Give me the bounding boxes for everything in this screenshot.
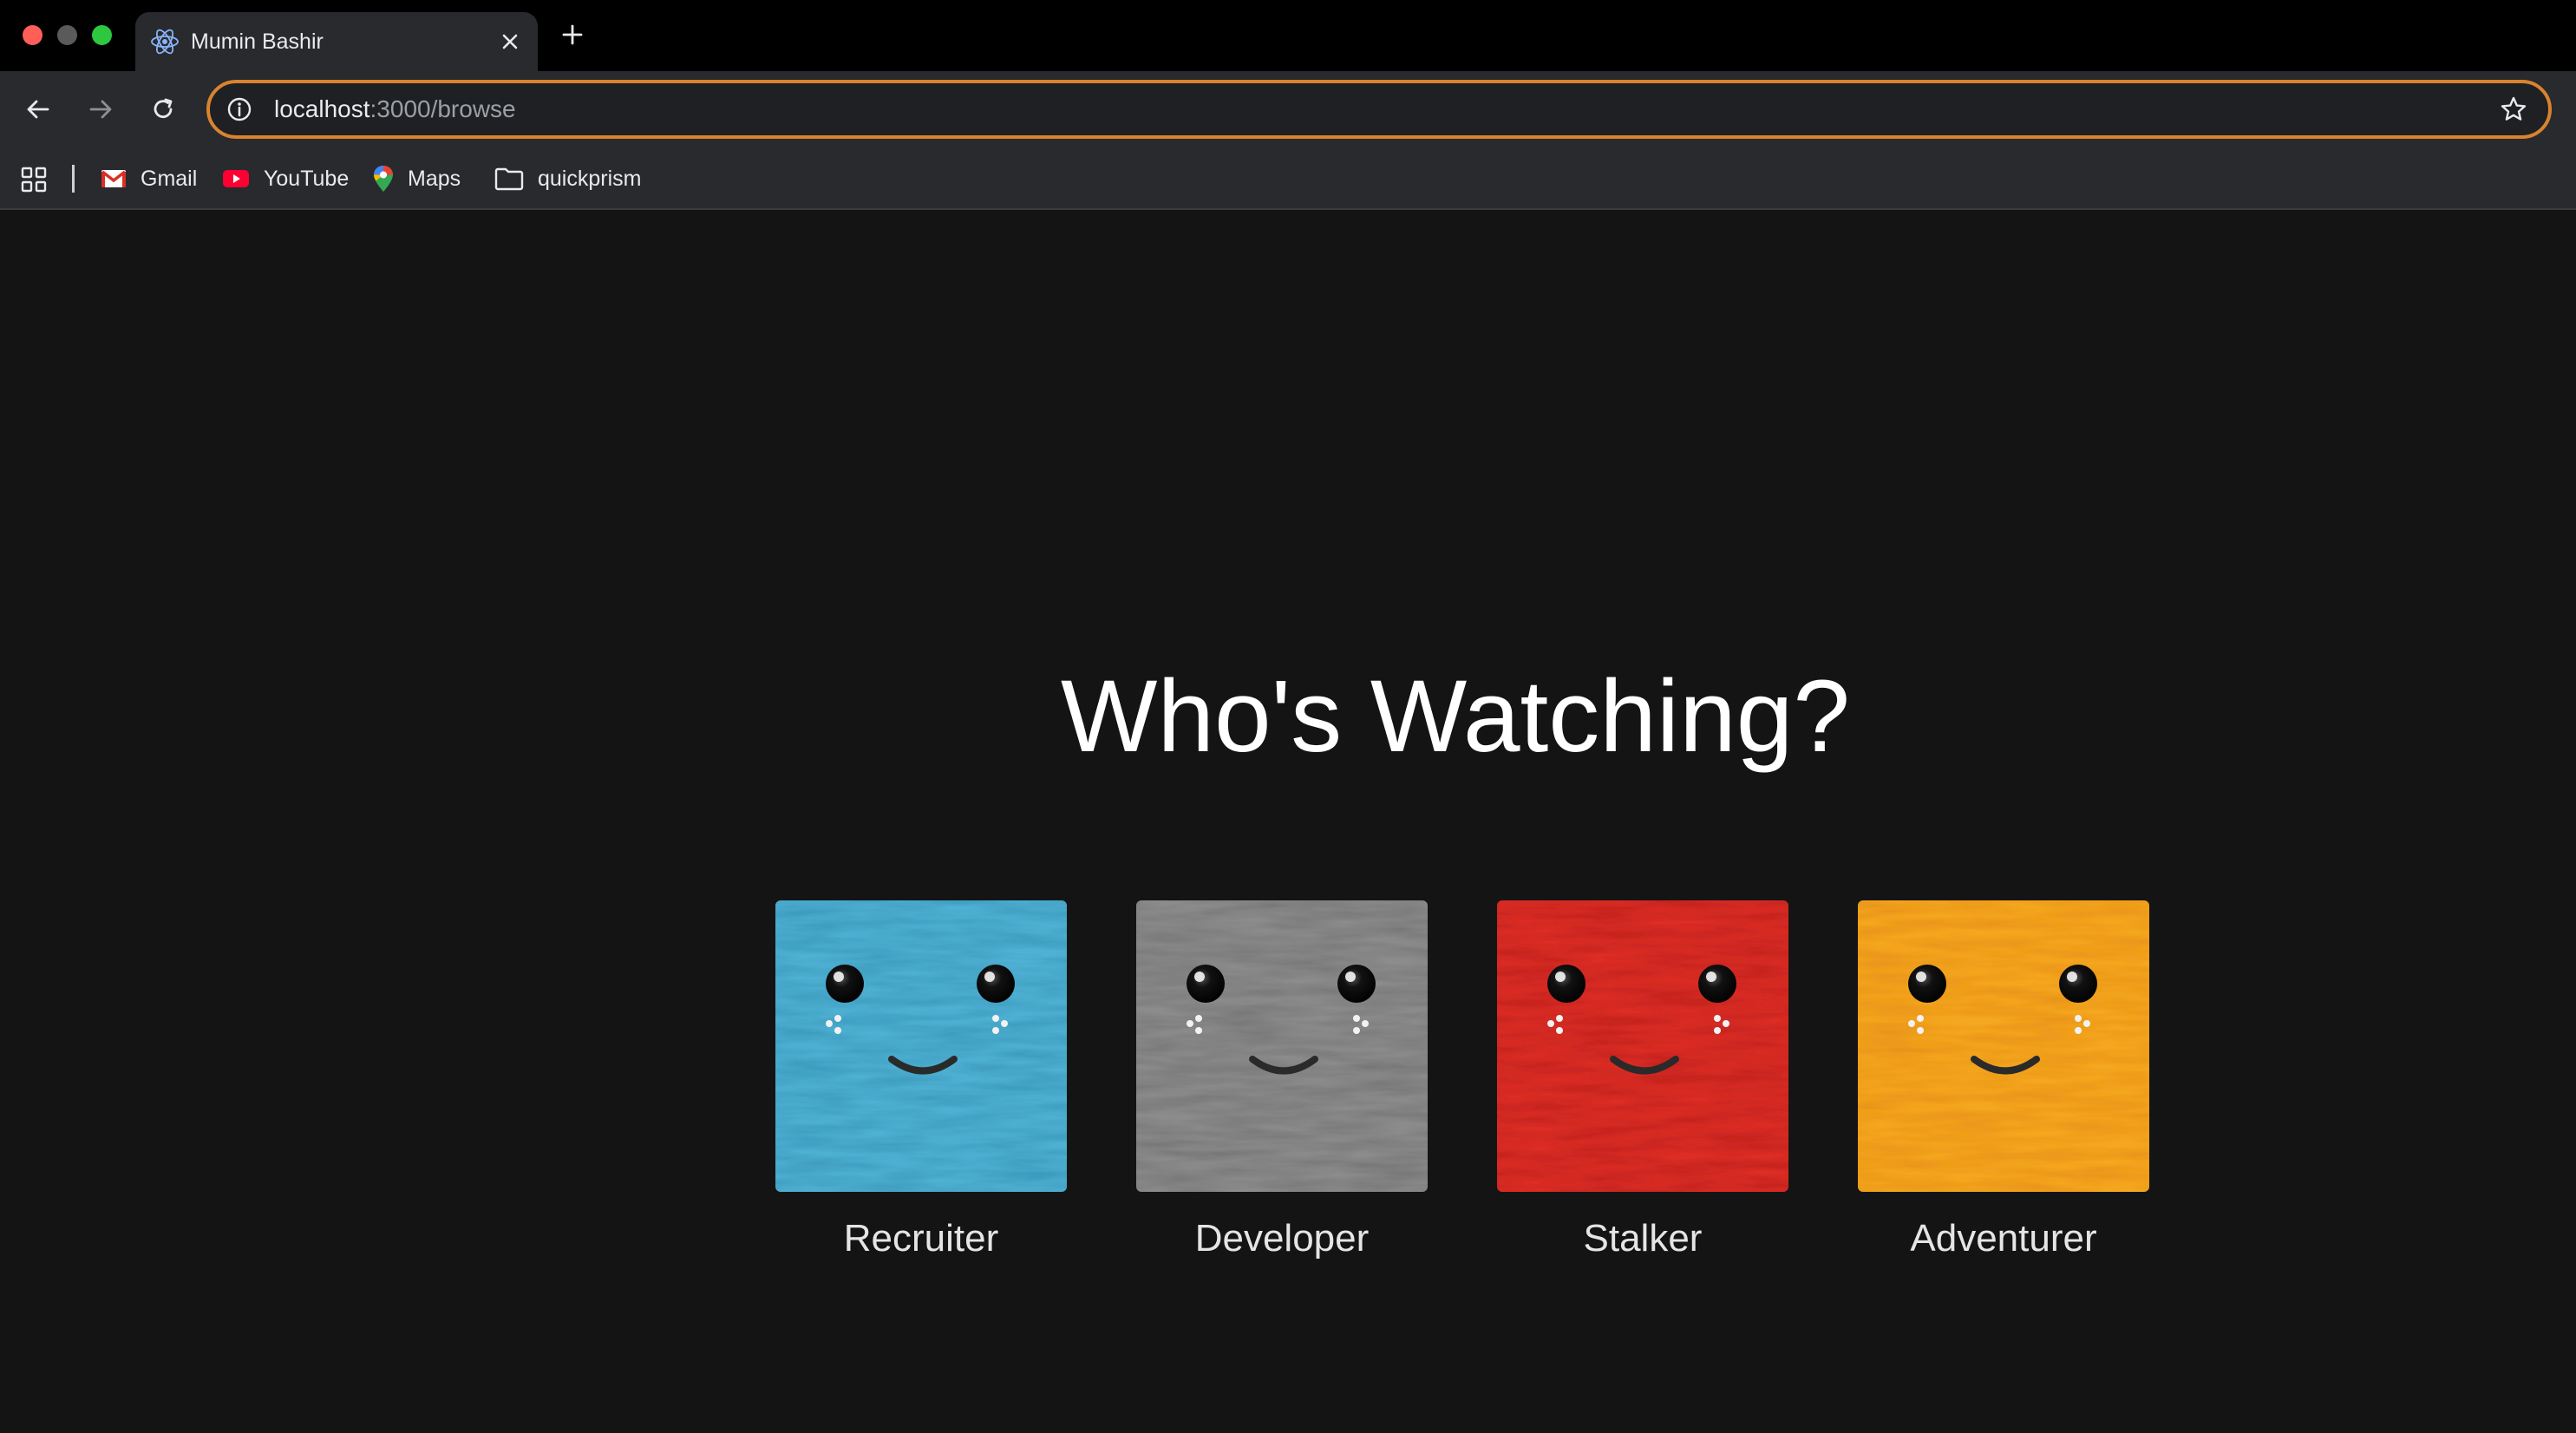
- browser-tab-strip: Mumin Bashir: [0, 0, 2576, 71]
- apps-grid-icon[interactable]: [19, 165, 49, 194]
- maximize-window-button[interactable]: [92, 25, 112, 45]
- bookmarks-separator: [72, 165, 75, 193]
- back-arrow-icon[interactable]: [19, 90, 57, 128]
- profile-name-recruiter: Recruiter: [843, 1217, 999, 1260]
- react-atom-icon: [149, 26, 180, 57]
- maps-pin-icon: [374, 166, 393, 192]
- minimize-window-button[interactable]: [57, 25, 77, 45]
- close-tab-icon[interactable]: [494, 26, 526, 57]
- tab-title: Mumin Bashir: [191, 29, 324, 54]
- gmail-icon: [101, 170, 127, 187]
- profile-avatar-stalker: [1497, 900, 1788, 1192]
- profile-card-stalker[interactable]: Stalker: [1497, 900, 1792, 1265]
- bookmarks-bar: Gmail YouTube Maps quickprism: [0, 147, 2576, 210]
- address-bar[interactable]: localhost:3000/browse: [206, 80, 2552, 139]
- bookmark-gmail[interactable]: Gmail: [101, 163, 197, 194]
- youtube-icon: [223, 170, 249, 187]
- profile-name-adventurer: Adventurer: [1910, 1217, 2097, 1260]
- site-info-icon[interactable]: [226, 95, 253, 123]
- browser-tab[interactable]: Mumin Bashir: [135, 12, 538, 71]
- profile-avatar-recruiter: [775, 900, 1067, 1192]
- bookmark-youtube[interactable]: YouTube: [222, 163, 349, 194]
- profile-card-developer[interactable]: Developer: [1136, 900, 1431, 1265]
- address-path: :3000/browse: [369, 95, 516, 122]
- bookmark-maps-label: Maps: [408, 166, 461, 191]
- forward-arrow-icon[interactable]: [82, 90, 120, 128]
- bookmark-star-icon[interactable]: [2498, 94, 2529, 125]
- browser-toolbar: localhost:3000/browse: [0, 71, 2576, 147]
- page-title: Who's Watching?: [1060, 659, 1851, 774]
- folder-icon: [494, 167, 524, 191]
- close-window-button[interactable]: [23, 25, 42, 45]
- bookmark-quickprism-label: quickprism: [538, 166, 642, 191]
- profile-card-adventurer[interactable]: Adventurer: [1858, 900, 2153, 1265]
- profile-name-stalker: Stalker: [1583, 1217, 1703, 1260]
- bookmark-folder-quickprism[interactable]: quickprism: [494, 163, 641, 194]
- bookmark-maps[interactable]: Maps: [373, 163, 461, 194]
- profile-avatar-adventurer: [1858, 900, 2149, 1192]
- bookmark-gmail-label: Gmail: [141, 166, 198, 191]
- new-tab-icon[interactable]: [555, 17, 590, 52]
- address-host: localhost: [274, 95, 370, 122]
- address-url: localhost:3000/browse: [274, 94, 516, 125]
- profile-avatar-developer: [1136, 900, 1428, 1192]
- profile-card-recruiter[interactable]: Recruiter: [775, 900, 1070, 1265]
- profile-select-page: Who's Watching? Recruiter Developer Stal…: [0, 212, 2576, 1433]
- reload-icon[interactable]: [144, 90, 182, 128]
- profile-name-developer: Developer: [1194, 1217, 1370, 1260]
- bookmark-youtube-label: YouTube: [264, 166, 350, 191]
